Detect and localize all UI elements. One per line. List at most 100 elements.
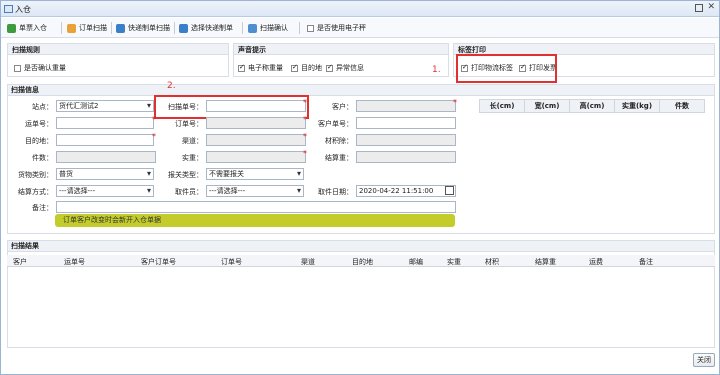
order-scan-label: 订单扫描 <box>79 24 107 32</box>
pickup-date-input[interactable]: 2020-04-22 11:51:00 <box>356 185 456 197</box>
highlight-label-print <box>456 54 557 83</box>
channel-label: 渠道： <box>182 137 203 145</box>
express-scan-icon <box>116 23 125 33</box>
select-express-button[interactable]: 选择快递制单 <box>179 22 233 34</box>
col-channel: 渠道 <box>301 258 315 266</box>
customer-input[interactable] <box>356 100 456 112</box>
order-input[interactable] <box>206 117 306 129</box>
voice-exception-option[interactable]: 异常信息 <box>326 63 364 73</box>
scan-rules-panel: 扫描规则 是否确认重量 <box>7 43 229 77</box>
settle-weight-input[interactable] <box>356 151 456 163</box>
select-express-icon <box>179 23 188 33</box>
new-entry-button[interactable]: 单票入仓 <box>7 22 47 34</box>
confirm-weight-checkbox[interactable] <box>14 64 21 72</box>
col-remark: 备注 <box>639 258 653 266</box>
remark-input[interactable] <box>56 201 456 213</box>
cargo-type-select[interactable]: 普货 <box>56 168 154 180</box>
use-e-scale-label: 是否使用电子秤 <box>317 24 366 32</box>
dim-length-header: 长(cm) <box>480 100 525 112</box>
use-e-scale-toggle[interactable]: 是否使用电子秤 <box>307 22 366 34</box>
voice-panel: 声音提示 电子称重量 目的地 异常信息 <box>233 43 449 77</box>
col-dest: 目的地 <box>352 258 373 266</box>
close-icon[interactable]: ✕ <box>707 2 715 12</box>
order-scan-button[interactable]: 订单扫描 <box>67 22 107 34</box>
express-scan-label: 快递制单扫描 <box>128 24 170 32</box>
new-entry-label: 单票入仓 <box>19 24 47 32</box>
volume-input[interactable] <box>356 134 456 146</box>
dim-pieces-header: 件数 <box>675 102 689 110</box>
window-icon <box>4 5 13 13</box>
voice-dest-option[interactable]: 目的地 <box>291 63 322 73</box>
site-label: 站点： <box>32 103 53 111</box>
col-cust-order: 客户订单号 <box>141 258 176 266</box>
cust-order-label: 客户单号： <box>318 120 353 128</box>
voice-weight-option[interactable]: 电子称重量 <box>238 63 283 73</box>
scan-confirm-label: 扫描确认 <box>260 24 288 32</box>
confirm-weight-label: 是否确认重量 <box>24 64 66 72</box>
col-customer: 客户 <box>13 258 27 266</box>
confirm-weight-option[interactable]: 是否确认重量 <box>14 63 66 73</box>
customer-label: 客户： <box>332 103 353 111</box>
pieces-label: 件数： <box>32 154 53 162</box>
results-title: 扫描结果 <box>11 242 39 250</box>
actual-weight-input[interactable] <box>206 151 306 163</box>
cargo-type-label: 货物类别： <box>18 171 53 179</box>
col-freight: 运费 <box>589 258 603 266</box>
title-bar: 入仓 ✕ <box>1 1 719 17</box>
annotation-one: 1. <box>432 65 441 75</box>
voice-exception-checkbox[interactable] <box>326 63 333 72</box>
col-order: 订单号 <box>221 258 242 266</box>
dest-label: 目的地： <box>25 137 53 145</box>
highlight-scan-no <box>154 95 309 119</box>
col-waybill: 运单号 <box>64 258 85 266</box>
settle-weight-label: 结算重： <box>325 154 353 162</box>
col-settle: 结算重 <box>535 258 556 266</box>
site-select[interactable]: 货代汇测试2 <box>56 100 154 112</box>
select-express-label: 选择快递制单 <box>191 24 233 32</box>
remark-label: 备注： <box>32 204 53 212</box>
voice-exception-label: 异常信息 <box>336 64 364 72</box>
actual-weight-label: 实重： <box>182 154 203 162</box>
toolbar: 单票入仓 订单扫描 快递制单扫描 选择快递制单 扫描确认 是否使用电子秤 <box>1 18 719 38</box>
waybill-input[interactable] <box>56 117 154 129</box>
channel-input[interactable] <box>206 134 306 146</box>
order-label: 订单号： <box>175 120 203 128</box>
col-zip: 邮编 <box>409 258 423 266</box>
scan-rules-title: 扫描规则 <box>12 46 40 54</box>
close-button[interactable]: 关闭 <box>693 353 715 367</box>
dim-weight-header: 实重(kg) <box>615 100 660 112</box>
dim-width-header: 宽(cm) <box>525 100 570 112</box>
confirm-icon <box>248 23 257 33</box>
maximize-icon[interactable] <box>695 4 703 12</box>
dest-input[interactable] <box>56 134 154 146</box>
cust-order-input[interactable] <box>356 117 456 129</box>
voice-dest-label: 目的地 <box>301 64 322 72</box>
settle-method-select[interactable]: ---请选择--- <box>56 185 154 197</box>
express-scan-button[interactable]: 快递制单扫描 <box>116 22 170 34</box>
window-title: 入仓 <box>15 5 31 14</box>
pickup-select[interactable]: ---请选择--- <box>206 185 304 197</box>
use-e-scale-checkbox[interactable] <box>307 24 314 32</box>
scan-info-title: 扫描信息 <box>11 86 39 94</box>
voice-title: 声音提示 <box>238 46 266 54</box>
volume-label: 材积除： <box>325 137 353 145</box>
pieces-input[interactable] <box>56 151 156 163</box>
pickup-date-label: 取件日期： <box>318 188 353 196</box>
voice-weight-label: 电子称重量 <box>248 64 283 72</box>
settle-method-label: 结算方式： <box>18 188 53 196</box>
customs-type-label: 报关类型： <box>168 171 203 179</box>
scan-confirm-button[interactable]: 扫描确认 <box>248 22 288 34</box>
dimensions-table-header: 长(cm) 宽(cm) 高(cm) 实重(kg) 件数 <box>479 99 705 113</box>
col-weight: 实重 <box>447 258 461 266</box>
warehouse-window: 入仓 ✕ 单票入仓 订单扫描 快递制单扫描 选择快递制单 扫描确认 是否使用电子… <box>0 0 720 375</box>
voice-dest-checkbox[interactable] <box>291 63 298 72</box>
dim-height-header: 高(cm) <box>570 100 615 112</box>
customs-type-select[interactable]: 不需要报关 <box>206 168 304 180</box>
calendar-icon[interactable] <box>445 186 454 195</box>
add-icon <box>7 23 16 33</box>
voice-weight-checkbox[interactable] <box>238 63 245 72</box>
annotation-two: 2. <box>167 81 176 91</box>
scan-icon <box>67 23 76 33</box>
pickup-label: 取件员： <box>175 188 203 196</box>
customer-change-notice: 订单客户改变时会新开入仓单据 <box>55 214 455 227</box>
